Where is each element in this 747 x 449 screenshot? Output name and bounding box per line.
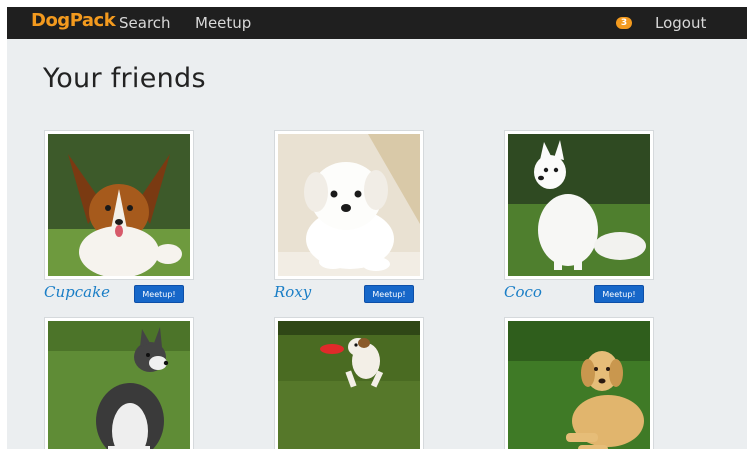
dog-photo[interactable] — [504, 317, 654, 449]
dog-name-link[interactable]: Coco — [504, 283, 542, 301]
nav-meetup-link[interactable]: Meetup — [195, 14, 251, 32]
friend-card — [44, 317, 194, 449]
meetup-button[interactable]: Meetup! — [134, 285, 184, 303]
frisbee-dog-photo — [278, 321, 420, 449]
nav-logout-link[interactable]: Logout — [655, 14, 706, 32]
dog-name-link[interactable]: Cupcake — [44, 283, 110, 301]
papillon-photo — [48, 134, 190, 276]
dog-photo[interactable] — [274, 130, 424, 280]
friend-card — [504, 317, 654, 449]
meetup-button[interactable]: Meetup! — [594, 285, 644, 303]
meetup-button[interactable]: Meetup! — [364, 285, 414, 303]
notification-badge[interactable]: 3 — [616, 17, 632, 29]
dog-photo[interactable] — [274, 317, 424, 449]
dog-photo[interactable] — [44, 317, 194, 449]
friend-card: Cupcake Meetup! — [44, 130, 194, 310]
friend-card: Coco Meetup! — [504, 130, 654, 310]
white-puppy-photo — [278, 134, 420, 276]
spitz-photo — [508, 134, 650, 276]
dog-photo[interactable] — [504, 130, 654, 280]
friend-card — [274, 317, 424, 449]
golden-retriever-photo — [508, 321, 650, 449]
page-title: Your friends — [43, 63, 206, 94]
dog-name-link[interactable]: Roxy — [274, 283, 311, 301]
dog-photo[interactable] — [44, 130, 194, 280]
friend-card: Roxy Meetup! — [274, 130, 424, 310]
nav-search-link[interactable]: Search — [119, 14, 171, 32]
husky-photo — [48, 321, 190, 449]
brand-logo[interactable]: DogPack — [31, 10, 116, 31]
app-frame: DogPack Search Meetup 3 Logout Your frie… — [7, 7, 747, 449]
navbar: DogPack Search Meetup 3 Logout — [7, 7, 747, 39]
